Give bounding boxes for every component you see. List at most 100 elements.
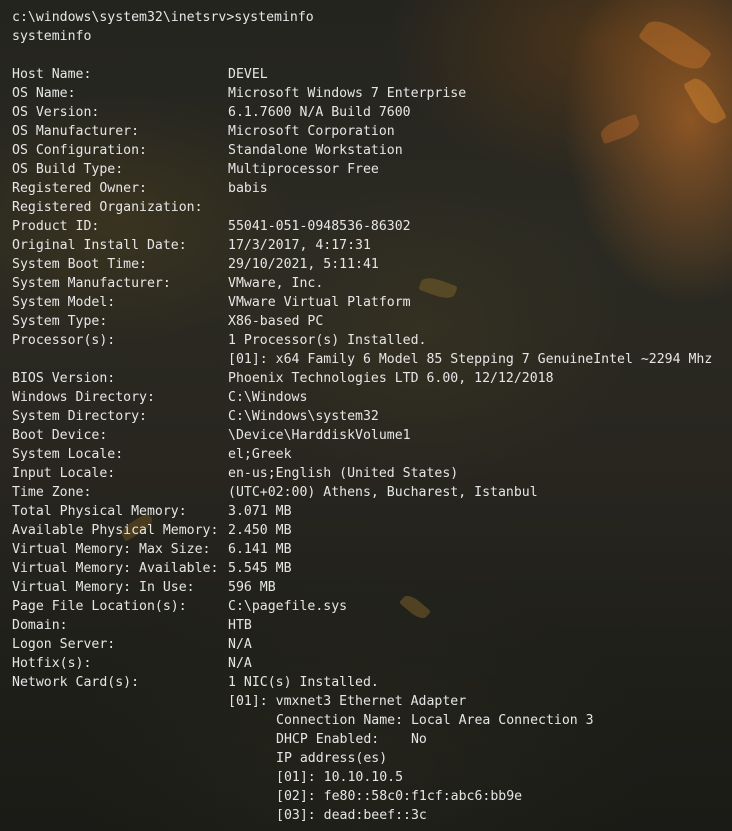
sysinfo-key: OS Version:	[12, 105, 100, 120]
sysinfo-row: OS Version: 6.1.7600 N/A Build 7600	[12, 103, 728, 122]
sysinfo-key: Network Card(s):	[12, 675, 140, 690]
sysinfo-value: Microsoft Corporation	[228, 124, 395, 139]
sysinfo-row: Logon Server: N/A	[12, 635, 728, 654]
sysinfo-key: System Boot Time:	[12, 257, 147, 272]
sysinfo-key: OS Name:	[12, 86, 76, 101]
prompt-line: c:\windows\system32\inetsrv>systeminfo	[12, 10, 314, 25]
sysinfo-row: Host Name: DEVEL	[12, 65, 728, 84]
sysinfo-key: Windows Directory:	[12, 390, 155, 405]
sysinfo-key: Boot Device:	[12, 428, 108, 443]
sysinfo-row: BIOS Version: Phoenix Technologies LTD 6.…	[12, 369, 728, 388]
sysinfo-key: Virtual Memory: Max Size:	[12, 542, 211, 557]
sysinfo-key: Processor(s):	[12, 333, 116, 348]
sysinfo-value: C:\Windows	[228, 390, 308, 405]
sysinfo-key: Original Install Date:	[12, 238, 187, 253]
sysinfo-key: System Type:	[12, 314, 108, 329]
sysinfo-key: OS Manufacturer:	[12, 124, 140, 139]
sysinfo-row: Page File Location(s): C:\pagefile.sys	[12, 597, 728, 616]
sysinfo-row: OS Manufacturer: Microsoft Corporation	[12, 122, 728, 141]
sysinfo-row: Available Physical Memory: 2.450 MB	[12, 521, 728, 540]
sysinfo-row: Virtual Memory: Max Size: 6.141 MB	[12, 540, 728, 559]
nic-ip: [03]: dead:beef::3c	[276, 808, 427, 823]
sysinfo-row: Registered Organization:	[12, 198, 728, 217]
sysinfo-row: OS Name: Microsoft Windows 7 Enterprise	[12, 84, 728, 103]
sysinfo-row: OS Build Type: Multiprocessor Free	[12, 160, 728, 179]
sysinfo-value: 5.545 MB	[228, 561, 292, 576]
sysinfo-key: System Model:	[12, 295, 116, 310]
sysinfo-row: System Manufacturer: VMware, Inc.	[12, 274, 728, 293]
sysinfo-row: System Directory: C:\Windows\system32	[12, 407, 728, 426]
sysinfo-key: Hotfix(s):	[12, 656, 92, 671]
sysinfo-value: Standalone Workstation	[228, 143, 403, 158]
sysinfo-row: Registered Owner: babis	[12, 179, 728, 198]
sysinfo-value: 55041-051-0948536-86302	[228, 219, 411, 234]
sysinfo-row: Boot Device: \Device\HarddiskVolume1	[12, 426, 728, 445]
sysinfo-value: 3.071 MB	[228, 504, 292, 519]
sysinfo-value: el;Greek	[228, 447, 292, 462]
sysinfo-value: 6.1.7600 N/A Build 7600	[228, 105, 411, 120]
sysinfo-row: System Locale: el;Greek	[12, 445, 728, 464]
sysinfo-value: 6.141 MB	[228, 542, 292, 557]
sysinfo-value: 29/10/2021, 5:11:41	[228, 257, 379, 272]
nic-adapter: [01]: vmxnet3 Ethernet Adapter	[228, 694, 467, 709]
sysinfo-row: Product ID: 55041-051-0948536-86302	[12, 217, 728, 236]
sysinfo-key: Host Name:	[12, 67, 92, 82]
nic-connection-name: Connection Name: Local Area Connection 3	[276, 713, 594, 728]
sysinfo-value: N/A	[228, 637, 252, 652]
sysinfo-row: OS Configuration: Standalone Workstation	[12, 141, 728, 160]
command-echo: systeminfo	[12, 29, 92, 44]
sysinfo-row: Original Install Date: 17/3/2017, 4:17:31	[12, 236, 728, 255]
sysinfo-value: babis	[228, 181, 268, 196]
sysinfo-row: Virtual Memory: Available: 5.545 MB	[12, 559, 728, 578]
sysinfo-key: Virtual Memory: In Use:	[12, 580, 195, 595]
nic-dhcp: DHCP Enabled: No	[276, 732, 427, 747]
sysinfo-row: Processor(s): 1 Processor(s) Installed.	[12, 331, 728, 350]
sysinfo-row: Network Card(s): 1 NIC(s) Installed.	[12, 673, 728, 692]
nic-ip: [02]: fe80::58c0:f1cf:abc6:bb9e	[276, 789, 523, 804]
sysinfo-value: HTB	[228, 618, 252, 633]
sysinfo-row: Time Zone: (UTC+02:00) Athens, Bucharest,…	[12, 483, 728, 502]
sysinfo-row: Input Locale: en-us;English (United State…	[12, 464, 728, 483]
sysinfo-value: 596 MB	[228, 580, 276, 595]
sysinfo-key: Virtual Memory: Available:	[12, 561, 219, 576]
sysinfo-key: Input Locale:	[12, 466, 116, 481]
sysinfo-value: Multiprocessor Free	[228, 162, 379, 177]
sysinfo-row: System Type: X86-based PC	[12, 312, 728, 331]
sysinfo-row: Total Physical Memory: 3.071 MB	[12, 502, 728, 521]
sysinfo-key: OS Build Type:	[12, 162, 124, 177]
sysinfo-row: System Boot Time: 29/10/2021, 5:11:41	[12, 255, 728, 274]
sysinfo-key: Time Zone:	[12, 485, 92, 500]
sysinfo-row: Hotfix(s): N/A	[12, 654, 728, 673]
sysinfo-key: Domain:	[12, 618, 68, 633]
sysinfo-key: System Manufacturer:	[12, 276, 171, 291]
sysinfo-key: Registered Owner:	[12, 181, 147, 196]
sysinfo-key: BIOS Version:	[12, 371, 116, 386]
sysinfo-value: \Device\HarddiskVolume1	[228, 428, 411, 443]
sysinfo-value: 2.450 MB	[228, 523, 292, 538]
sysinfo-value: 1 Processor(s) Installed.	[228, 333, 427, 348]
sysinfo-value: 1 NIC(s) Installed.	[228, 675, 379, 690]
sysinfo-value: Microsoft Windows 7 Enterprise	[228, 86, 467, 101]
sysinfo-value: en-us;English (United States)	[228, 466, 459, 481]
terminal-output[interactable]: c:\windows\system32\inetsrv>systeminfo s…	[12, 8, 728, 825]
sysinfo-row: System Model: VMware Virtual Platform	[12, 293, 728, 312]
sysinfo-value: VMware, Inc.	[228, 276, 324, 291]
sysinfo-value: DEVEL	[228, 67, 268, 82]
sysinfo-row: Virtual Memory: In Use: 596 MB	[12, 578, 728, 597]
sysinfo-value: X86-based PC	[228, 314, 324, 329]
sysinfo-key: OS Configuration:	[12, 143, 147, 158]
sysinfo-value: C:\Windows\system32	[228, 409, 379, 424]
processor-detail: [01]: x64 Family 6 Model 85 Stepping 7 G…	[228, 352, 713, 367]
sysinfo-key: Page File Location(s):	[12, 599, 187, 614]
sysinfo-value: VMware Virtual Platform	[228, 295, 411, 310]
sysinfo-value: 17/3/2017, 4:17:31	[228, 238, 371, 253]
nic-ip-header: IP address(es)	[276, 751, 388, 766]
nic-ip: [01]: 10.10.10.5	[276, 770, 404, 785]
sysinfo-row: Domain: HTB	[12, 616, 728, 635]
sysinfo-value: C:\pagefile.sys	[228, 599, 348, 614]
sysinfo-key: Product ID:	[12, 219, 100, 234]
sysinfo-key: System Locale:	[12, 447, 124, 462]
sysinfo-value: (UTC+02:00) Athens, Bucharest, Istanbul	[228, 485, 538, 500]
sysinfo-key: Available Physical Memory:	[12, 523, 219, 538]
